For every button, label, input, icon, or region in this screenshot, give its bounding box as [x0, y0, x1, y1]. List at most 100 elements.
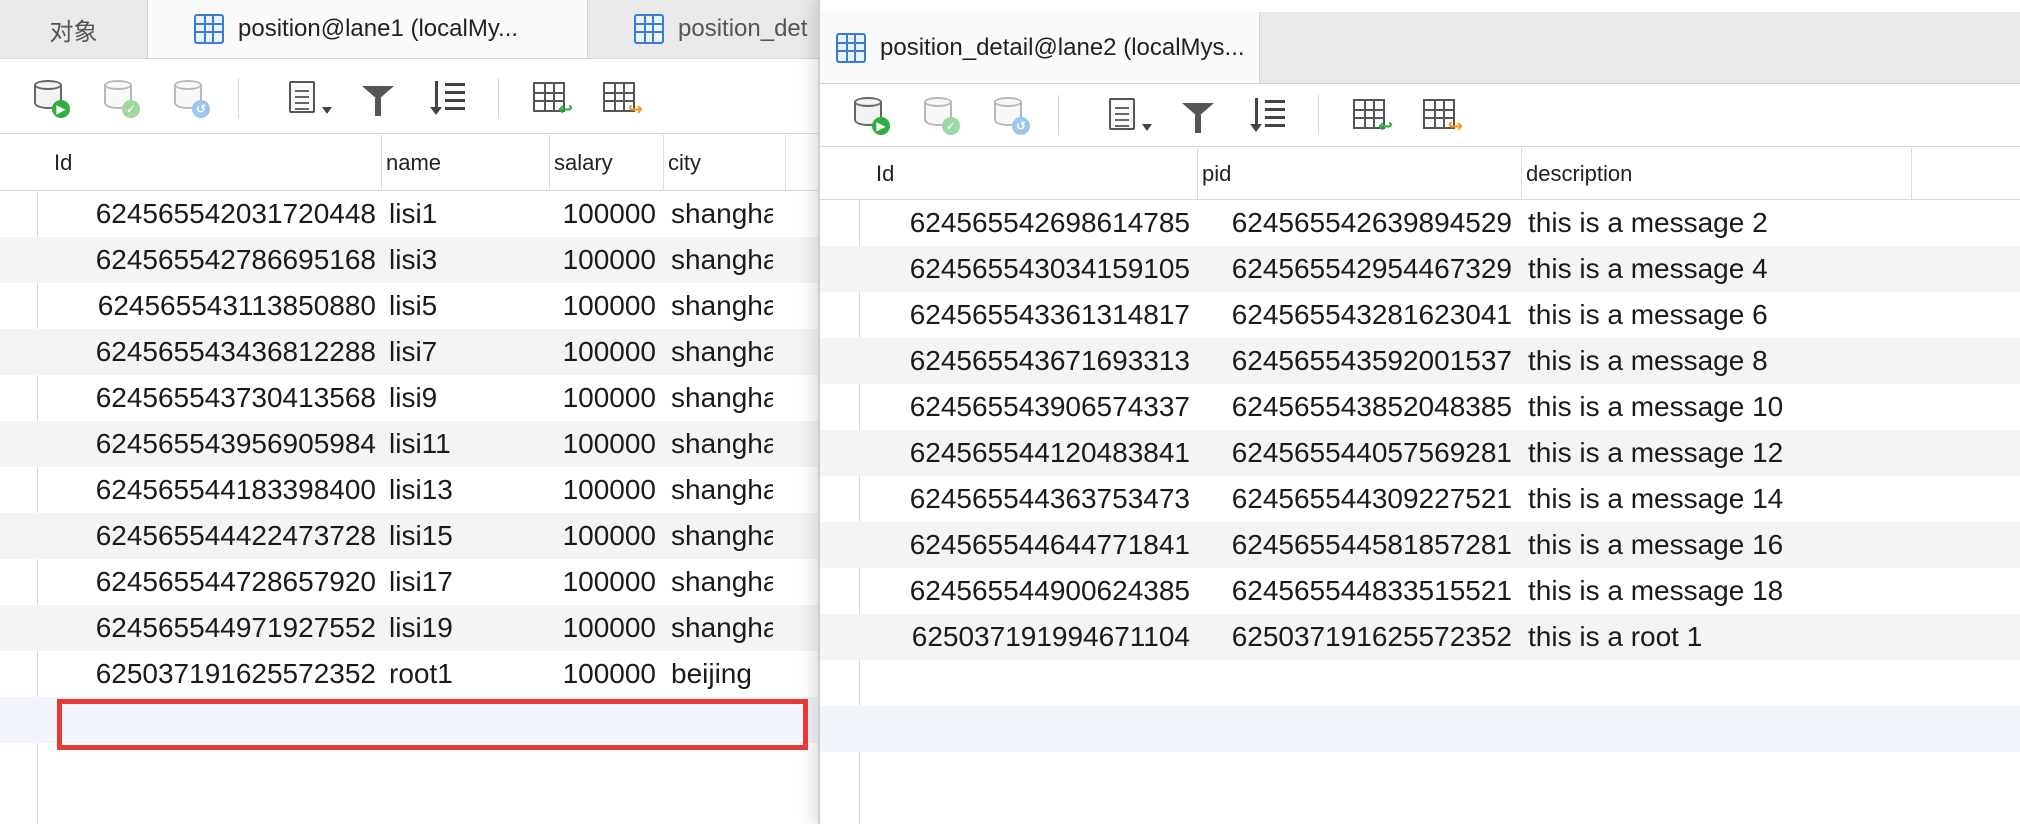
- table-row[interactable]: 624565543361314817 624565543281623041 this…: [820, 292, 2020, 338]
- cell-id[interactable]: 624565544363753473: [872, 476, 1190, 522]
- export-button[interactable]: ↪: [598, 76, 643, 118]
- cell-id[interactable]: 624565543113850880: [50, 283, 376, 329]
- cell-id[interactable]: 624565542698614785: [872, 200, 1190, 246]
- cell-description[interactable]: this is a root 1: [1528, 614, 1928, 660]
- cell-salary[interactable]: 100000: [552, 513, 656, 559]
- cell-id[interactable]: 624565544422473728: [50, 513, 376, 559]
- cell-city[interactable]: beijing: [671, 651, 773, 697]
- cell-salary[interactable]: 100000: [552, 421, 656, 467]
- table-row[interactable]: 624565543730413568 lisi9 100000 shangha: [0, 375, 818, 421]
- table-row[interactable]: 624565544644771841 624565544581857281 this…: [820, 522, 2020, 568]
- cell-pid[interactable]: 624565544309227521: [1198, 476, 1512, 522]
- import-button[interactable]: ↩: [1348, 93, 1393, 135]
- cell-city[interactable]: shangha: [671, 421, 773, 467]
- cell-id[interactable]: 624565544644771841: [872, 522, 1190, 568]
- cell-pid[interactable]: 624565542639894529: [1198, 200, 1512, 246]
- cell-id[interactable]: 624565544900624385: [872, 568, 1190, 614]
- import-button[interactable]: ↩: [528, 76, 573, 118]
- table-row[interactable]: 624565543113850880 lisi5 100000 shangha: [0, 283, 818, 329]
- cell-city[interactable]: shangha: [671, 513, 773, 559]
- cell-city[interactable]: shangha: [671, 375, 773, 421]
- cell-pid[interactable]: 625037191625572352: [1198, 614, 1512, 660]
- cell-id[interactable]: 624565543671693313: [872, 338, 1190, 384]
- cell-id[interactable]: 625037191994671104: [872, 614, 1190, 660]
- cell-id[interactable]: 624565544183398400: [50, 467, 376, 513]
- cell-name[interactable]: lisi15: [389, 513, 549, 559]
- cell-id[interactable]: 625037191625572352: [50, 651, 376, 697]
- cell-id[interactable]: 624565543730413568: [50, 375, 376, 421]
- cell-description[interactable]: this is a message 10: [1528, 384, 1928, 430]
- cell-pid[interactable]: 624565544581857281: [1198, 522, 1512, 568]
- cell-pid[interactable]: 624565542954467329: [1198, 246, 1512, 292]
- cell-name[interactable]: lisi5: [389, 283, 549, 329]
- column-header-pid[interactable]: pid: [1198, 148, 1522, 199]
- cell-description[interactable]: this is a message 6: [1528, 292, 1928, 338]
- table-row[interactable]: 624565544183398400 lisi13 100000 shangha: [0, 467, 818, 513]
- begin-transaction-button[interactable]: ▶: [28, 76, 70, 118]
- cell-salary[interactable]: 100000: [552, 375, 656, 421]
- cell-city[interactable]: shangha: [671, 237, 773, 283]
- cell-name[interactable]: lisi11: [389, 421, 549, 467]
- column-header-salary[interactable]: salary: [550, 135, 664, 190]
- cell-description[interactable]: this is a message 8: [1528, 338, 1928, 384]
- tab-position-detail[interactable]: position_det: [588, 0, 818, 58]
- empty-row[interactable]: [820, 706, 2020, 752]
- column-header-id[interactable]: Id: [872, 148, 1198, 199]
- table-row[interactable]: 624565543671693313 624565543592001537 this…: [820, 338, 2020, 384]
- cell-name[interactable]: lisi13: [389, 467, 549, 513]
- cell-description[interactable]: this is a message 18: [1528, 568, 1928, 614]
- cell-salary[interactable]: 100000: [552, 237, 656, 283]
- sort-button[interactable]: [428, 76, 470, 118]
- cell-description[interactable]: this is a message 4: [1528, 246, 1928, 292]
- column-header-city[interactable]: city: [664, 135, 786, 190]
- table-row[interactable]: 624565542698614785 624565542639894529 this…: [820, 200, 2020, 246]
- cell-city[interactable]: shangha: [671, 559, 773, 605]
- commit-button[interactable]: ✓: [918, 93, 960, 135]
- table-row[interactable]: 625037191625572352 root1 100000 beijing: [0, 651, 818, 697]
- sort-button[interactable]: [1248, 93, 1290, 135]
- cell-name[interactable]: lisi1: [389, 191, 549, 237]
- cell-city[interactable]: shangha: [671, 283, 773, 329]
- empty-row[interactable]: [820, 660, 2020, 706]
- cell-city[interactable]: shangha: [671, 329, 773, 375]
- cell-pid[interactable]: 624565544833515521: [1198, 568, 1512, 614]
- cell-id[interactable]: 624565544971927552: [50, 605, 376, 651]
- table-row[interactable]: 625037191994671104 625037191625572352 this…: [820, 614, 2020, 660]
- cell-salary[interactable]: 100000: [552, 651, 656, 697]
- begin-transaction-button[interactable]: ▶: [848, 93, 890, 135]
- rollback-button[interactable]: ↺: [988, 93, 1030, 135]
- cell-name[interactable]: lisi19: [389, 605, 549, 651]
- cell-id[interactable]: 624565544120483841: [872, 430, 1190, 476]
- cell-city[interactable]: shangha: [671, 605, 773, 651]
- table-row[interactable]: 624565544971927552 lisi19 100000 shangha: [0, 605, 818, 651]
- cell-salary[interactable]: 100000: [552, 283, 656, 329]
- table-row[interactable]: 624565543034159105 624565542954467329 this…: [820, 246, 2020, 292]
- cell-name[interactable]: root1: [389, 651, 549, 697]
- column-header-id[interactable]: Id: [50, 135, 382, 190]
- cell-pid[interactable]: 624565544057569281: [1198, 430, 1512, 476]
- tab-objects[interactable]: 对象: [0, 0, 148, 58]
- cell-salary[interactable]: 100000: [552, 467, 656, 513]
- cell-name[interactable]: lisi7: [389, 329, 549, 375]
- cell-salary[interactable]: 100000: [552, 605, 656, 651]
- table-row[interactable]: 624565544363753473 624565544309227521 this…: [820, 476, 2020, 522]
- cell-id[interactable]: 624565542786695168: [50, 237, 376, 283]
- cell-name[interactable]: lisi3: [389, 237, 549, 283]
- cell-id[interactable]: 624565543361314817: [872, 292, 1190, 338]
- table-row[interactable]: 624565544422473728 lisi15 100000 shangha: [0, 513, 818, 559]
- table-row[interactable]: 624565544728657920 lisi17 100000 shangha: [0, 559, 818, 605]
- commit-button[interactable]: ✓: [98, 76, 140, 118]
- tab-position-lane1[interactable]: position@lane1 (localMy...: [148, 0, 588, 58]
- tab-position-detail-lane2[interactable]: position_detail@lane2 (localMys...: [820, 12, 1260, 83]
- cell-pid[interactable]: 624565543281623041: [1198, 292, 1512, 338]
- cell-id[interactable]: 624565543034159105: [872, 246, 1190, 292]
- text-view-button[interactable]: [1096, 93, 1152, 135]
- cell-salary[interactable]: 100000: [552, 191, 656, 237]
- cell-name[interactable]: lisi9: [389, 375, 549, 421]
- cell-salary[interactable]: 100000: [552, 329, 656, 375]
- table-row[interactable]: 624565542786695168 lisi3 100000 shangha: [0, 237, 818, 283]
- cell-description[interactable]: this is a message 12: [1528, 430, 1928, 476]
- cell-id[interactable]: 624565542031720448: [50, 191, 376, 237]
- cell-id[interactable]: 624565544728657920: [50, 559, 376, 605]
- cell-id[interactable]: 624565543436812288: [50, 329, 376, 375]
